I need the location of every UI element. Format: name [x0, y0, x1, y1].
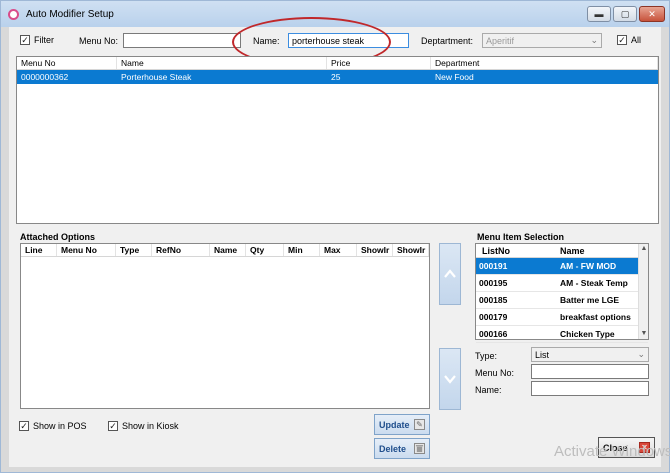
move-down-button[interactable] [439, 348, 461, 410]
column-header[interactable]: Price [327, 57, 431, 69]
column-header[interactable]: Name [117, 57, 327, 69]
table-header: Menu No Name Price Department [17, 57, 658, 70]
filter-label: Filter [34, 35, 54, 45]
window-client-area: ✓ Filter Menu No: Name: porterhouse stea… [9, 17, 661, 467]
column-header[interactable]: Max [320, 244, 357, 256]
check-icon: ✓ [108, 421, 118, 431]
menu-item-selection-list[interactable]: ListNo Name 000191 AM - FW MOD 000195 AM… [475, 243, 649, 343]
department-select[interactable]: Aperitif ⌄ [482, 33, 602, 48]
column-header[interactable]: Line [21, 244, 57, 256]
list-item[interactable]: 000185 Batter me LGE [476, 292, 648, 309]
column-header[interactable]: Menu No [57, 244, 116, 256]
list-name: breakfast options [560, 312, 631, 322]
menu-item-selection-title: Menu Item Selection [477, 232, 565, 242]
show-in-kiosk-checkbox[interactable]: ✓ Show in Kiosk [108, 421, 179, 431]
column-header[interactable]: Name [210, 244, 246, 256]
attached-options-table[interactable]: Line Menu No Type RefNo Name Qty Min Max… [20, 243, 430, 409]
edit-icon: ✎ [414, 419, 425, 430]
column-header[interactable]: ListNo [476, 244, 554, 257]
menu-items-table[interactable]: Menu No Name Price Department 0000000362… [16, 56, 659, 224]
show-in-kiosk-label: Show in Kiosk [122, 421, 179, 431]
list-no: 000166 [479, 329, 508, 339]
cell-menu-no: 0000000362 [21, 72, 69, 82]
list-header: ListNo Name [476, 244, 648, 258]
list-item[interactable]: 000191 AM - FW MOD [476, 258, 648, 275]
scroll-up-icon[interactable]: ▲ [639, 244, 649, 254]
check-icon: ✓ [19, 421, 29, 431]
cell-price: 25 [331, 72, 341, 82]
column-header[interactable]: Menu No [17, 57, 117, 69]
type-value: List [535, 350, 550, 360]
minimize-button[interactable]: ▬ [587, 6, 611, 22]
column-header[interactable]: Min [284, 244, 320, 256]
menu-no-input[interactable] [123, 33, 241, 48]
column-header[interactable]: Department [431, 57, 658, 69]
column-header[interactable]: ShowIr [357, 244, 393, 256]
list-no: 000191 [479, 261, 508, 271]
selection-name-label: Name: [475, 385, 502, 395]
list-no: 000185 [479, 295, 508, 305]
close-window-button[interactable]: ✕ [639, 6, 665, 22]
check-icon: ✓ [20, 35, 30, 45]
window-title: Auto Modifier Setup [26, 9, 114, 20]
selection-name-input[interactable] [531, 381, 649, 396]
all-label: All [631, 35, 642, 45]
all-checkbox[interactable]: ✓ All [617, 35, 641, 45]
column-header[interactable]: Name [554, 244, 640, 257]
selection-menu-no-label: Menu No: [475, 368, 515, 378]
show-in-pos-checkbox[interactable]: ✓ Show in POS [19, 421, 87, 431]
move-up-button[interactable] [439, 243, 461, 305]
delete-label: Delete [379, 443, 407, 454]
scroll-down-icon[interactable]: ▼ [639, 329, 649, 339]
update-label: Update [379, 419, 410, 430]
list-no: 000179 [479, 312, 508, 322]
type-select[interactable]: List ⌄ [531, 347, 649, 362]
maximize-button[interactable]: ▢ [613, 6, 637, 22]
table-row[interactable]: 0000000362 Porterhouse Steak 25 New Food [17, 70, 658, 84]
chevron-down-icon: ⌄ [637, 349, 645, 359]
activate-windows-watermark: Activate Windows [554, 443, 670, 460]
trash-icon [414, 443, 425, 454]
list-no: 000195 [479, 278, 508, 288]
attached-options-title: Attached Options [20, 232, 96, 242]
column-header[interactable]: ShowIr [393, 244, 429, 256]
chevron-up-icon [444, 269, 456, 278]
list-name: AM - FW MOD [560, 261, 617, 271]
column-header[interactable]: RefNo [152, 244, 210, 256]
list-item[interactable]: 000179 breakfast options [476, 309, 648, 326]
list-item[interactable]: 000195 AM - Steak Temp [476, 275, 648, 292]
list-name: Chicken Type [560, 329, 615, 339]
app-icon [8, 9, 19, 20]
chevron-down-icon [444, 375, 456, 384]
chevron-down-icon: ⌄ [590, 35, 598, 45]
auto-modifier-window: Auto Modifier Setup ▬ ▢ ✕ ✓ Filter Menu … [0, 0, 670, 473]
delete-button[interactable]: Delete [374, 438, 430, 459]
show-in-pos-label: Show in POS [33, 421, 87, 431]
list-name: Batter me LGE [560, 295, 620, 305]
type-label: Type: [475, 351, 498, 361]
update-button[interactable]: Update ✎ [374, 414, 430, 435]
cell-name: Porterhouse Steak [121, 72, 192, 82]
filter-checkbox[interactable]: ✓ Filter [20, 35, 54, 45]
column-header[interactable]: Type [116, 244, 152, 256]
check-icon: ✓ [617, 35, 627, 45]
column-header[interactable]: Qty [246, 244, 284, 256]
list-scrollbar[interactable]: ▲ ▼ [638, 244, 648, 339]
cell-department: New Food [435, 72, 474, 82]
selection-menu-no-input[interactable] [531, 364, 649, 379]
department-value: Aperitif [486, 36, 515, 46]
menu-no-label: Menu No: [79, 36, 119, 46]
table-header: Line Menu No Type RefNo Name Qty Min Max… [21, 244, 429, 257]
list-item[interactable]: 000166 Chicken Type [476, 326, 648, 343]
list-name: AM - Steak Temp [560, 278, 628, 288]
department-label: Deptartment: [421, 36, 474, 46]
